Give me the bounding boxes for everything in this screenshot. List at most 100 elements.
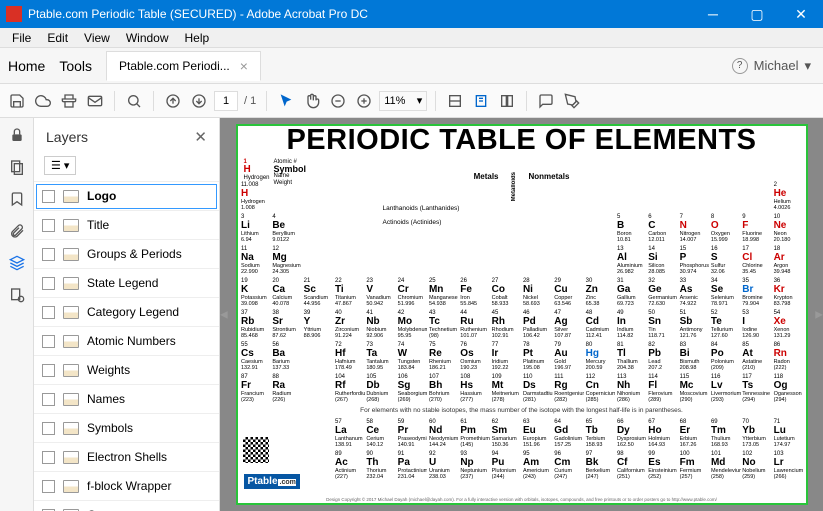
layer-checkbox[interactable] — [42, 306, 55, 319]
layer-checkbox[interactable] — [42, 219, 55, 232]
element-cell: 105DbDubnium(268) — [365, 373, 396, 405]
layer-row[interactable]: Logo — [34, 182, 219, 211]
layer-icon — [63, 277, 79, 290]
layer-row[interactable]: Weights — [34, 356, 219, 385]
fit-page-icon[interactable] — [470, 90, 492, 112]
save-icon[interactable] — [6, 90, 28, 112]
element-cell: 46PdPalladium106.42 — [521, 309, 552, 341]
layer-icon — [63, 248, 79, 261]
element-cell: 75ReRhenium186.21 — [427, 341, 458, 373]
layer-checkbox[interactable] — [42, 364, 55, 377]
layer-checkbox[interactable] — [42, 422, 55, 435]
thumbnails-icon[interactable] — [6, 156, 28, 178]
layer-row[interactable]: Symbols — [34, 414, 219, 443]
menu-window[interactable]: Window — [118, 31, 177, 45]
layers-icon[interactable] — [6, 252, 28, 274]
element-cell: 15PPhosphorus30.974 — [678, 245, 709, 277]
nav-home[interactable]: Home — [8, 58, 45, 74]
menu-file[interactable]: File — [4, 31, 39, 45]
layer-icon — [63, 335, 79, 348]
zoom-select[interactable]: 11%▾ — [379, 91, 427, 111]
search-icon[interactable] — [123, 90, 145, 112]
element-cell: 2HeHelium4.0026 — [772, 181, 803, 213]
menu-bar: File Edit View Window Help — [0, 28, 823, 48]
layer-label: Category Legend — [87, 305, 179, 319]
highlight-icon[interactable] — [561, 90, 583, 112]
lock-icon[interactable] — [6, 124, 28, 146]
layer-icon — [63, 190, 79, 203]
element-cell: 73TaTantalum180.95 — [365, 341, 396, 373]
element-cell: 93NpNeptunium(237) — [459, 450, 490, 482]
menu-help[interactable]: Help — [177, 31, 218, 45]
element-cell: 92UUranium238.03 — [427, 450, 458, 482]
zoom-in-icon[interactable] — [353, 90, 375, 112]
maximize-button[interactable]: ▢ — [735, 0, 779, 28]
nav-tools[interactable]: Tools — [59, 58, 92, 74]
document-viewport[interactable]: ◀ PERIODIC TABLE OF ELEMENTS 1 H Hydroge… — [220, 118, 823, 511]
signatures-icon[interactable] — [6, 284, 28, 306]
close-tab-icon[interactable]: × — [240, 58, 248, 74]
layer-checkbox[interactable] — [42, 190, 55, 203]
layer-row[interactable]: Groups & Periods — [34, 240, 219, 269]
element-cell: 59PrPraseodymium140.91 — [396, 418, 427, 450]
layer-checkbox[interactable] — [42, 248, 55, 261]
element-cell: 30ZnZinc65.38 — [584, 277, 615, 309]
panel-close-icon[interactable]: ✕ — [194, 128, 207, 146]
mail-icon[interactable] — [84, 90, 106, 112]
layer-row[interactable]: Atomic Numbers — [34, 327, 219, 356]
element-cell: 104RfRutherfordium(267) — [333, 373, 364, 405]
cloud-icon[interactable] — [32, 90, 54, 112]
layer-checkbox[interactable] — [42, 335, 55, 348]
menu-view[interactable]: View — [76, 31, 118, 45]
attachment-icon[interactable] — [6, 220, 28, 242]
layer-row[interactable]: Corners — [34, 501, 219, 511]
layer-icon — [63, 393, 79, 406]
element-cell: 61PmPromethium(145) — [459, 418, 490, 450]
layer-row[interactable]: State Legend — [34, 269, 219, 298]
expand-right-icon[interactable]: ▶ — [815, 309, 823, 320]
chevron-down-icon[interactable]: ▾ — [804, 58, 811, 74]
page-number-input[interactable] — [214, 91, 238, 111]
layer-row[interactable]: Names — [34, 385, 219, 414]
next-page-icon[interactable] — [188, 90, 210, 112]
print-icon[interactable] — [58, 90, 80, 112]
hand-icon[interactable] — [301, 90, 323, 112]
help-icon[interactable]: ? — [732, 58, 748, 74]
fit-width-icon[interactable] — [444, 90, 466, 112]
element-cell: 48CdCadmium112.41 — [584, 309, 615, 341]
layer-checkbox[interactable] — [42, 451, 55, 464]
panel-options-button[interactable]: ☰▾ — [44, 156, 76, 175]
element-cell: 47AgSilver107.87 — [553, 309, 584, 341]
element-cell: 40ZrZirconium91.224 — [333, 309, 364, 341]
menu-edit[interactable]: Edit — [39, 31, 76, 45]
layer-row[interactable]: f-block Wrapper — [34, 472, 219, 501]
file-tab[interactable]: Ptable.com Periodi... × — [106, 51, 261, 81]
layer-label: Electron Shells — [87, 450, 167, 464]
element-cell: 118OgOganesson(294) — [772, 373, 803, 405]
panel-title: Layers — [46, 129, 88, 145]
comment-icon[interactable] — [535, 90, 557, 112]
element-cell: 7NNitrogen14.007 — [678, 213, 709, 245]
prev-page-icon[interactable] — [162, 90, 184, 112]
element-cell: 18ArArgon39.948 — [772, 245, 803, 277]
layer-checkbox[interactable] — [42, 480, 55, 493]
layer-checkbox[interactable] — [42, 277, 55, 290]
layer-checkbox[interactable] — [42, 393, 55, 406]
layer-row[interactable]: Electron Shells — [34, 443, 219, 472]
minimize-button[interactable]: ─ — [691, 0, 735, 28]
close-button[interactable]: ✕ — [779, 0, 823, 28]
layer-row[interactable]: Title — [34, 211, 219, 240]
element-cell: 63EuEuropium151.96 — [521, 418, 552, 450]
layer-row[interactable]: Category Legend — [34, 298, 219, 327]
reflow-icon[interactable] — [496, 90, 518, 112]
user-name[interactable]: Michael — [754, 58, 799, 73]
element-cell: 103LrLawrencium(266) — [772, 450, 803, 482]
layer-label: Groups & Periods — [87, 247, 182, 261]
zoom-out-icon[interactable] — [327, 90, 349, 112]
layer-icon — [63, 451, 79, 464]
element-cell: 97BkBerkelium(247) — [584, 450, 615, 482]
pointer-icon[interactable] — [275, 90, 297, 112]
expand-left-icon[interactable]: ◀ — [220, 309, 228, 320]
bookmark-icon[interactable] — [6, 188, 28, 210]
element-cell: 43TcTechnetium(98) — [427, 309, 458, 341]
